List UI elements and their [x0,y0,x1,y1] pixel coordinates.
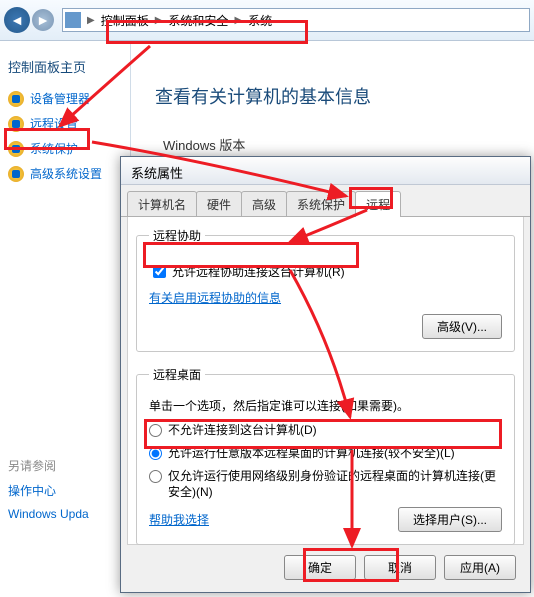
cancel-button[interactable]: 取消 [364,555,436,580]
sidebar-item-system-protection[interactable]: 系统保护 [8,140,122,157]
rd-label-disallow: 不允许连接到这台计算机(D) [168,422,317,439]
sidebar-item-label: 远程设置 [30,115,78,132]
allow-remote-assistance-checkbox[interactable] [153,265,166,278]
help-me-choose-link[interactable]: 帮助我选择 [149,511,209,528]
rd-label-any-version: 允许运行任意版本远程桌面的计算机连接(较不安全)(L) [168,445,455,462]
arrow-right-icon: ► [36,12,50,28]
breadcrumb-system[interactable]: 系统 [244,10,276,31]
breadcrumb-system-security[interactable]: 系统和安全 [164,10,232,31]
sidebar-home-link[interactable]: 控制面板主页 [8,57,122,76]
tab-system-protection[interactable]: 系统保护 [286,191,356,216]
see-also-section: 另请参阅 操作中心 Windows Upda [8,457,89,521]
rd-option-nla[interactable]: 仅允许运行使用网络级别身份验证的远程桌面的计算机连接(更安全)(N) [149,468,502,502]
remote-assistance-help-link[interactable]: 有关启用远程协助的信息 [149,289,281,306]
nav-forward-button[interactable]: ► [32,9,54,31]
remote-assistance-legend: 远程协助 [149,227,205,244]
tab-hardware[interactable]: 硬件 [196,191,242,216]
remote-assistance-group: 远程协助 允许远程协助连接这台计算机(R) 有关启用远程协助的信息 高级(V).… [136,227,515,352]
control-panel-sidebar: 控制面板主页 设备管理器 远程设置 系统保护 高级系统设置 另请参阅 操作中心 … [0,41,130,581]
ok-button[interactable]: 确定 [284,555,356,580]
sidebar-item-advanced-settings[interactable]: 高级系统设置 [8,165,122,182]
dialog-body: 远程协助 允许远程协助连接这台计算机(R) 有关启用远程协助的信息 高级(V).… [127,217,524,545]
remote-desktop-legend: 远程桌面 [149,366,205,383]
sidebar-item-device-manager[interactable]: 设备管理器 [8,90,122,107]
advanced-button[interactable]: 高级(V)... [422,314,502,339]
tab-computer-name[interactable]: 计算机名 [127,191,197,216]
sidebar-item-label: 系统保护 [30,140,78,157]
arrow-left-icon: ◄ [10,12,24,28]
rd-option-disallow[interactable]: 不允许连接到这台计算机(D) [149,422,502,439]
page-title: 查看有关计算机的基本信息 [155,83,510,109]
rd-radio-any-version[interactable] [149,447,162,460]
see-also-windows-update[interactable]: Windows Upda [8,507,89,521]
remote-desktop-group: 远程桌面 单击一个选项，然后指定谁可以连接(如果需要)。 不允许连接到这台计算机… [136,366,515,545]
shield-icon [8,141,24,157]
sidebar-item-label: 高级系统设置 [30,165,102,182]
apply-button[interactable]: 应用(A) [444,555,516,580]
select-users-button[interactable]: 选择用户(S)... [398,507,502,532]
dialog-tabs: 计算机名 硬件 高级 系统保护 远程 [121,191,530,217]
explorer-topbar: ◄ ► ▶ 控制面板 ▶ 系统和安全 ▶ 系统 [0,0,534,41]
tab-remote[interactable]: 远程 [355,191,401,217]
tab-advanced[interactable]: 高级 [241,191,287,216]
sidebar-item-label: 设备管理器 [30,90,90,107]
nav-back-button[interactable]: ◄ [4,7,30,33]
address-bar[interactable]: ▶ 控制面板 ▶ 系统和安全 ▶ 系统 [62,8,530,32]
breadcrumb-control-panel[interactable]: 控制面板 [97,10,153,31]
dialog-footer: 确定 取消 应用(A) [121,545,530,590]
sidebar-item-remote-settings[interactable]: 远程设置 [8,115,122,132]
rd-option-any-version[interactable]: 允许运行任意版本远程桌面的计算机连接(较不安全)(L) [149,445,502,462]
chevron-right-icon: ▶ [232,15,244,26]
remote-desktop-hint: 单击一个选项，然后指定谁可以连接(如果需要)。 [149,397,502,414]
allow-remote-assistance-label: 允许远程协助连接这台计算机(R) [172,263,345,280]
shield-icon [8,166,24,182]
rd-label-nla: 仅允许运行使用网络级别身份验证的远程桌面的计算机连接(更安全)(N) [168,468,502,502]
shield-icon [8,91,24,107]
system-properties-dialog: 系统属性 计算机名 硬件 高级 系统保护 远程 远程协助 允许远程协助连接这台计… [120,156,531,593]
rd-radio-nla[interactable] [149,470,162,483]
see-also-action-center[interactable]: 操作中心 [8,482,89,499]
chevron-right-icon: ▶ [85,15,97,26]
chevron-right-icon: ▶ [153,15,165,26]
system-icon [65,12,81,28]
see-also-heading: 另请参阅 [8,459,56,473]
windows-edition-heading: Windows 版本 [163,135,510,154]
rd-radio-disallow[interactable] [149,424,162,437]
shield-icon [8,116,24,132]
dialog-title: 系统属性 [121,157,530,185]
